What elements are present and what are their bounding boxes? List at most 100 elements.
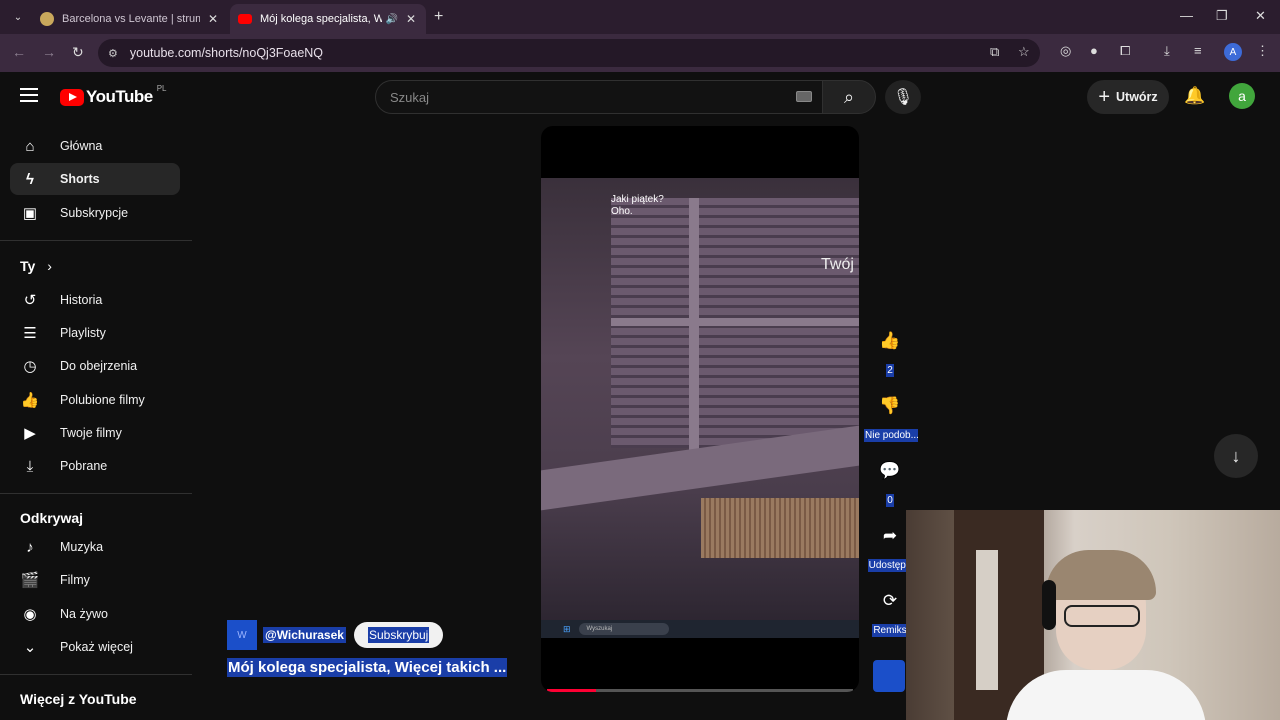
new-tab-button[interactable]: + — [434, 8, 443, 26]
sidebar-item-live[interactable]: ◉ Na żywo — [10, 598, 180, 630]
browser-tab-1[interactable]: Barcelona vs Levante | strumyk... ✕ — [32, 4, 228, 34]
sidebar-item-shorts[interactable]: ϟ Shorts — [10, 163, 180, 195]
video-progress-bar[interactable] — [547, 689, 853, 692]
youtube-favicon-icon — [238, 14, 252, 24]
windows-start-icon: ⊞ — [563, 623, 571, 634]
browser-tab-2[interactable]: Mój kolega specjalista, Więc... 🔊 ✕ — [230, 4, 426, 34]
thumbs-down-icon: 👎 — [879, 396, 901, 415]
person-hair — [1046, 550, 1156, 600]
sidebar-you-heading[interactable]: Ty › — [20, 258, 52, 274]
door-glass — [976, 550, 998, 690]
sidebar-item-playlists[interactable]: ☰ Playlisty — [10, 317, 180, 349]
sidebar: ⌂ Główna ϟ Shorts ▣ Subskrypcje Ty › ↺ Histo… — [0, 122, 192, 720]
search-input[interactable]: Szukaj — [375, 80, 823, 114]
reload-button[interactable]: ↻ — [72, 44, 84, 61]
like-count: 2 — [886, 364, 894, 377]
install-app-icon[interactable]: ⧉ — [990, 44, 999, 60]
music-icon: ♪ — [26, 538, 34, 556]
youtube-logo[interactable]: YouTube PL — [60, 84, 167, 107]
media-controls-icon[interactable]: ≡ — [1194, 43, 1202, 58]
headset — [1042, 580, 1056, 630]
sidebar-item-music[interactable]: ♪ Muzyka — [10, 531, 180, 563]
sidebar-item-show-more[interactable]: ⌄ Pokaż więcej — [10, 631, 180, 663]
sidebar-item-liked[interactable]: 👍 Polubione filmy — [10, 384, 180, 416]
search-icon: ⌕ — [843, 86, 855, 107]
shorts-icon: ϟ — [26, 170, 34, 188]
site-info-icon[interactable]: ⚙ — [108, 47, 118, 60]
video-caption: Jaki piątek? Oho. — [611, 194, 664, 218]
chevron-down-icon: ⌄ — [23, 639, 37, 656]
browser-toolbar: ← → ↻ ⚙ youtube.com/shorts/noQj3FoaeNQ ⧉… — [0, 34, 1280, 72]
like-button[interactable]: 👍 2 — [864, 322, 916, 380]
next-short-button[interactable]: ↓ — [1214, 434, 1258, 478]
extensions-puzzle-icon[interactable]: ⧠ — [1120, 43, 1130, 59]
video-title[interactable]: Mój kolega specjalista, Więcej takich ..… — [227, 658, 508, 677]
create-button[interactable]: + Utwórz — [1087, 80, 1169, 114]
comments-button[interactable]: 💬 0 — [864, 452, 916, 510]
window-frame — [611, 318, 859, 326]
mic-icon: 🎙 — [892, 89, 914, 106]
dislike-button[interactable]: 👎 Nie podob... — [864, 387, 918, 445]
sidebar-item-movies[interactable]: 🎬 Filmy — [10, 564, 180, 596]
channel-name[interactable]: @Wichurasek — [263, 627, 346, 643]
chevron-right-icon: › — [47, 258, 52, 274]
keyboard-icon[interactable] — [796, 91, 812, 102]
taskbar-search: Wyszukaj — [578, 623, 669, 635]
audio-playing-icon[interactable]: 🔊 — [386, 14, 398, 25]
user-avatar[interactable]: a — [1229, 83, 1255, 109]
sidebar-item-subscriptions[interactable]: ▣ Subskrypcje — [10, 197, 180, 229]
sidebar-divider — [0, 493, 192, 494]
wooden-bench — [701, 498, 859, 558]
search-button[interactable]: ⌕ — [822, 80, 876, 114]
browser-profile-avatar[interactable]: A — [1224, 43, 1242, 61]
notifications-bell-icon[interactable]: 🔔 — [1184, 86, 1205, 106]
your-videos-icon: ▶ — [24, 425, 36, 442]
maximize-button[interactable]: ❐ — [1216, 8, 1228, 24]
caption-line: Oho. — [611, 206, 633, 217]
sidebar-item-downloads[interactable]: ⤓ Pobrane — [10, 450, 180, 482]
subscriptions-icon: ▣ — [22, 205, 38, 222]
sidebar-more-heading: Więcej z YouTube — [20, 691, 137, 707]
dislike-label: Nie podob... — [864, 429, 918, 442]
sidebar-divider — [0, 674, 192, 675]
close-tab-icon[interactable]: ✕ — [404, 12, 418, 26]
address-bar[interactable]: ⚙ youtube.com/shorts/noQj3FoaeNQ — [98, 39, 1040, 67]
webcam-overlay — [906, 510, 1280, 720]
bookmark-star-icon[interactable]: ☆ — [1018, 44, 1030, 60]
close-tab-icon[interactable]: ✕ — [206, 12, 220, 26]
close-window-button[interactable]: ✕ — [1255, 8, 1266, 24]
forward-button[interactable]: → — [42, 44, 56, 60]
channel-avatar[interactable]: W — [227, 620, 257, 650]
tab-search-menu[interactable]: ⌄ — [8, 7, 28, 27]
browser-menu-icon[interactable]: ⋮ — [1256, 43, 1269, 59]
sound-thumbnail[interactable] — [873, 660, 905, 692]
sidebar-divider — [0, 240, 192, 241]
video-frame: Jaki piątek? Oho. Twój — [541, 178, 859, 626]
history-icon: ↺ — [23, 292, 37, 309]
subscribe-button[interactable]: Subskrybuj — [353, 622, 444, 648]
shorts-video-player[interactable]: Jaki piątek? Oho. Twój ⊞ Wyszukaj — [541, 126, 859, 692]
adblock-icon[interactable]: ● — [1090, 43, 1098, 58]
download-icon: ⤓ — [26, 457, 34, 475]
downloads-icon[interactable]: ⤓ — [1164, 43, 1170, 59]
back-button[interactable]: ← — [12, 44, 26, 60]
sidebar-item-your-videos[interactable]: ▶ Twoje filmy — [10, 417, 180, 449]
football-favicon-icon — [40, 12, 54, 26]
comment-count: 0 — [886, 494, 894, 507]
person-shirt — [1006, 670, 1206, 720]
url-text: youtube.com/shorts/noQj3FoaeNQ — [129, 46, 324, 60]
minimize-button[interactable]: — — [1180, 8, 1193, 23]
sidebar-item-home[interactable]: ⌂ Główna — [10, 130, 180, 162]
live-icon: ◉ — [23, 606, 37, 623]
video-taskbar: ⊞ Wyszukaj — [541, 620, 859, 638]
youtube-play-icon — [60, 88, 84, 106]
extension-icon[interactable]: ◎ — [1060, 43, 1071, 59]
guide-menu-icon[interactable] — [20, 88, 38, 102]
voice-search-button[interactable]: 🎙 — [885, 80, 921, 114]
sidebar-item-history[interactable]: ↺ Historia — [10, 284, 180, 316]
sidebar-item-watch-later[interactable]: ◷ Do obejrzenia — [10, 350, 180, 382]
video-overlay-text: Twój — [821, 256, 854, 273]
share-icon: ➦ — [882, 526, 898, 545]
channel-info: W @Wichurasek Subskrybuj — [227, 620, 444, 650]
progress-fill — [547, 689, 596, 692]
